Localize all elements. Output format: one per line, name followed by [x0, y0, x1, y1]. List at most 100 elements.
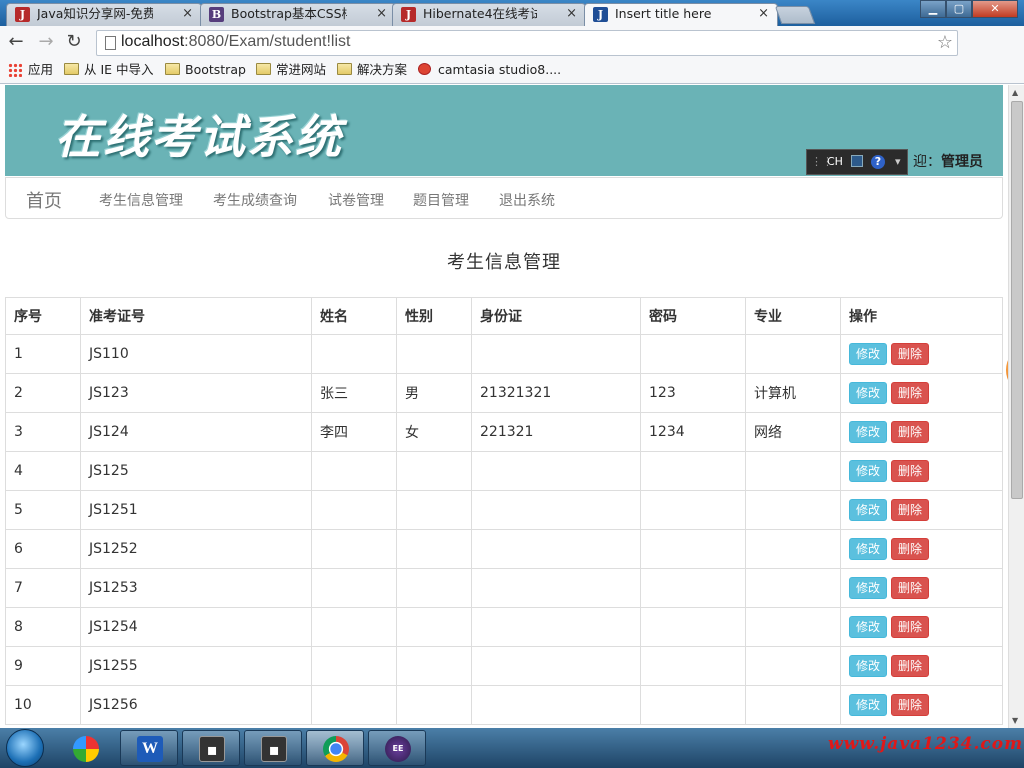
- taskbar-app-terminal-2[interactable]: ▪: [244, 730, 302, 766]
- nav-paper-management[interactable]: 试卷管理: [328, 190, 384, 210]
- tab-close-icon[interactable]: ×: [566, 4, 577, 24]
- nav-score-query[interactable]: 考生成绩查询: [213, 190, 297, 210]
- taskbar-app-chrome[interactable]: [306, 730, 364, 766]
- nav-home[interactable]: 首页: [26, 187, 62, 213]
- table-cell: 2: [5, 373, 81, 413]
- bookmark-camtasia[interactable]: camtasia studio8....: [418, 62, 561, 78]
- nav-student-info[interactable]: 考生信息管理: [99, 190, 183, 210]
- edit-button[interactable]: 修改: [849, 460, 888, 482]
- edit-button[interactable]: 修改: [849, 655, 888, 677]
- ime-keyboard-icon[interactable]: [851, 155, 863, 167]
- delete-button[interactable]: 删除: [891, 382, 930, 404]
- tab-close-icon[interactable]: ×: [758, 4, 769, 24]
- browser-tab-2[interactable]: B Bootstrap基本CSS样式- ×: [200, 3, 396, 26]
- table-row: 8 JS1254 修改 删除: [5, 607, 1003, 647]
- delete-button[interactable]: 删除: [891, 421, 930, 443]
- table-cell: 6: [5, 529, 81, 569]
- edit-button[interactable]: 修改: [849, 382, 888, 404]
- reload-icon[interactable]: ↻: [62, 30, 86, 54]
- browser-tab-3[interactable]: J Hibernate4在线考试系统 ×: [392, 3, 586, 26]
- column-header: 姓名: [311, 297, 397, 335]
- table-cell: [745, 529, 841, 569]
- edit-button[interactable]: 修改: [849, 499, 888, 521]
- page-viewport: 在线考试系统 迎：管理员 首页 考生信息管理 考生成绩查询 试卷管理 题目管理 …: [0, 85, 1008, 728]
- edit-button[interactable]: 修改: [849, 577, 888, 599]
- delete-button[interactable]: 删除: [891, 616, 930, 638]
- forward-arrow-icon[interactable]: →: [34, 30, 58, 54]
- nav-logout[interactable]: 退出系统: [499, 190, 555, 210]
- table-row: 3 JS124 李四女 221321 1234 网络 修改 删除: [5, 412, 1003, 452]
- ime-toolbar[interactable]: ⋮⋮ CH ? ▾: [806, 149, 908, 175]
- taskbar-app-eclipse[interactable]: EE: [368, 730, 426, 766]
- bookmark-apps[interactable]: 应用: [8, 62, 53, 78]
- row-actions: 修改 删除: [840, 685, 1003, 725]
- delete-button[interactable]: 删除: [891, 499, 930, 521]
- scroll-down-icon[interactable]: ▼: [1012, 716, 1018, 725]
- table-cell: 计算机: [745, 373, 841, 413]
- window-close-button[interactable]: ✕: [972, 0, 1018, 18]
- table-cell: 221321: [471, 412, 641, 452]
- delete-button[interactable]: 删除: [891, 460, 930, 482]
- column-header: 专业: [745, 297, 841, 335]
- bookmark-frequent-sites[interactable]: 常进网站: [256, 62, 326, 78]
- folder-icon: [256, 63, 271, 75]
- table-cell: [640, 451, 746, 491]
- edit-button[interactable]: 修改: [849, 616, 888, 638]
- taskbar-app-word[interactable]: W: [120, 730, 178, 766]
- window-minimize-button[interactable]: ▁: [920, 0, 946, 18]
- row-actions: 修改 删除: [840, 646, 1003, 686]
- pinwheel-icon: [73, 736, 99, 762]
- bookmark-bootstrap[interactable]: Bootstrap: [165, 62, 246, 78]
- taskbar-app-photos[interactable]: [56, 730, 114, 766]
- watermark-text: www.java1234.com: [828, 734, 1024, 754]
- table-cell: [640, 529, 746, 569]
- camtasia-icon: [418, 63, 431, 75]
- table-cell: [745, 568, 841, 608]
- delete-button[interactable]: 删除: [891, 655, 930, 677]
- scroll-up-icon[interactable]: ▲: [1012, 88, 1018, 97]
- scrollbar-thumb[interactable]: [1011, 101, 1023, 499]
- edit-button[interactable]: 修改: [849, 694, 888, 716]
- delete-button[interactable]: 删除: [891, 577, 930, 599]
- table-cell: [396, 646, 472, 686]
- nav-question-management[interactable]: 题目管理: [413, 190, 469, 210]
- url-text: localhost:8080/Exam/student!list: [121, 33, 351, 50]
- delete-button[interactable]: 删除: [891, 694, 930, 716]
- bookmark-star-icon[interactable]: ☆: [937, 32, 953, 53]
- browser-tab-1[interactable]: J Java知识分享网-免费Java ×: [6, 3, 202, 26]
- back-arrow-icon[interactable]: ←: [4, 30, 28, 54]
- start-button[interactable]: [6, 729, 44, 767]
- edit-button[interactable]: 修改: [849, 421, 888, 443]
- page-scrollbar[interactable]: ▲ ▼: [1008, 85, 1024, 728]
- ime-help-icon[interactable]: ?: [871, 155, 885, 169]
- bookmark-solutions[interactable]: 解决方案: [337, 62, 407, 78]
- table-cell: 4: [5, 451, 81, 491]
- table-row: 9 JS1255 修改 删除: [5, 646, 1003, 686]
- row-actions: 修改 删除: [840, 373, 1003, 413]
- table-cell: [471, 451, 641, 491]
- tab-favicon-icon: J: [593, 7, 608, 22]
- address-bar[interactable]: localhost:8080/Exam/student!list ☆: [96, 30, 958, 56]
- tab-close-icon[interactable]: ×: [376, 4, 387, 24]
- window-maximize-button[interactable]: ▢: [946, 0, 972, 18]
- edit-button[interactable]: 修改: [849, 538, 888, 560]
- page-title: 考生信息管理: [447, 252, 561, 273]
- edit-button[interactable]: 修改: [849, 343, 888, 365]
- tab-close-icon[interactable]: ×: [182, 4, 193, 24]
- browser-tab-active[interactable]: J Insert title here ×: [584, 3, 778, 27]
- bookmark-import-ie[interactable]: 从 IE 中导入: [64, 62, 154, 78]
- delete-button[interactable]: 删除: [891, 343, 930, 365]
- new-tab-button[interactable]: [774, 6, 816, 24]
- table-cell: 1234: [640, 412, 746, 452]
- folder-icon: [165, 63, 180, 75]
- column-header: 性别: [396, 297, 472, 335]
- table-cell: [311, 451, 397, 491]
- table-cell: JS1251: [80, 490, 312, 530]
- table-cell: [471, 490, 641, 530]
- taskbar-app-terminal-1[interactable]: ▪: [182, 730, 240, 766]
- table-cell: [745, 607, 841, 647]
- table-cell: [745, 646, 841, 686]
- delete-button[interactable]: 删除: [891, 538, 930, 560]
- ime-menu-icon[interactable]: ▾: [895, 155, 901, 168]
- tab-favicon-icon: B: [209, 7, 224, 22]
